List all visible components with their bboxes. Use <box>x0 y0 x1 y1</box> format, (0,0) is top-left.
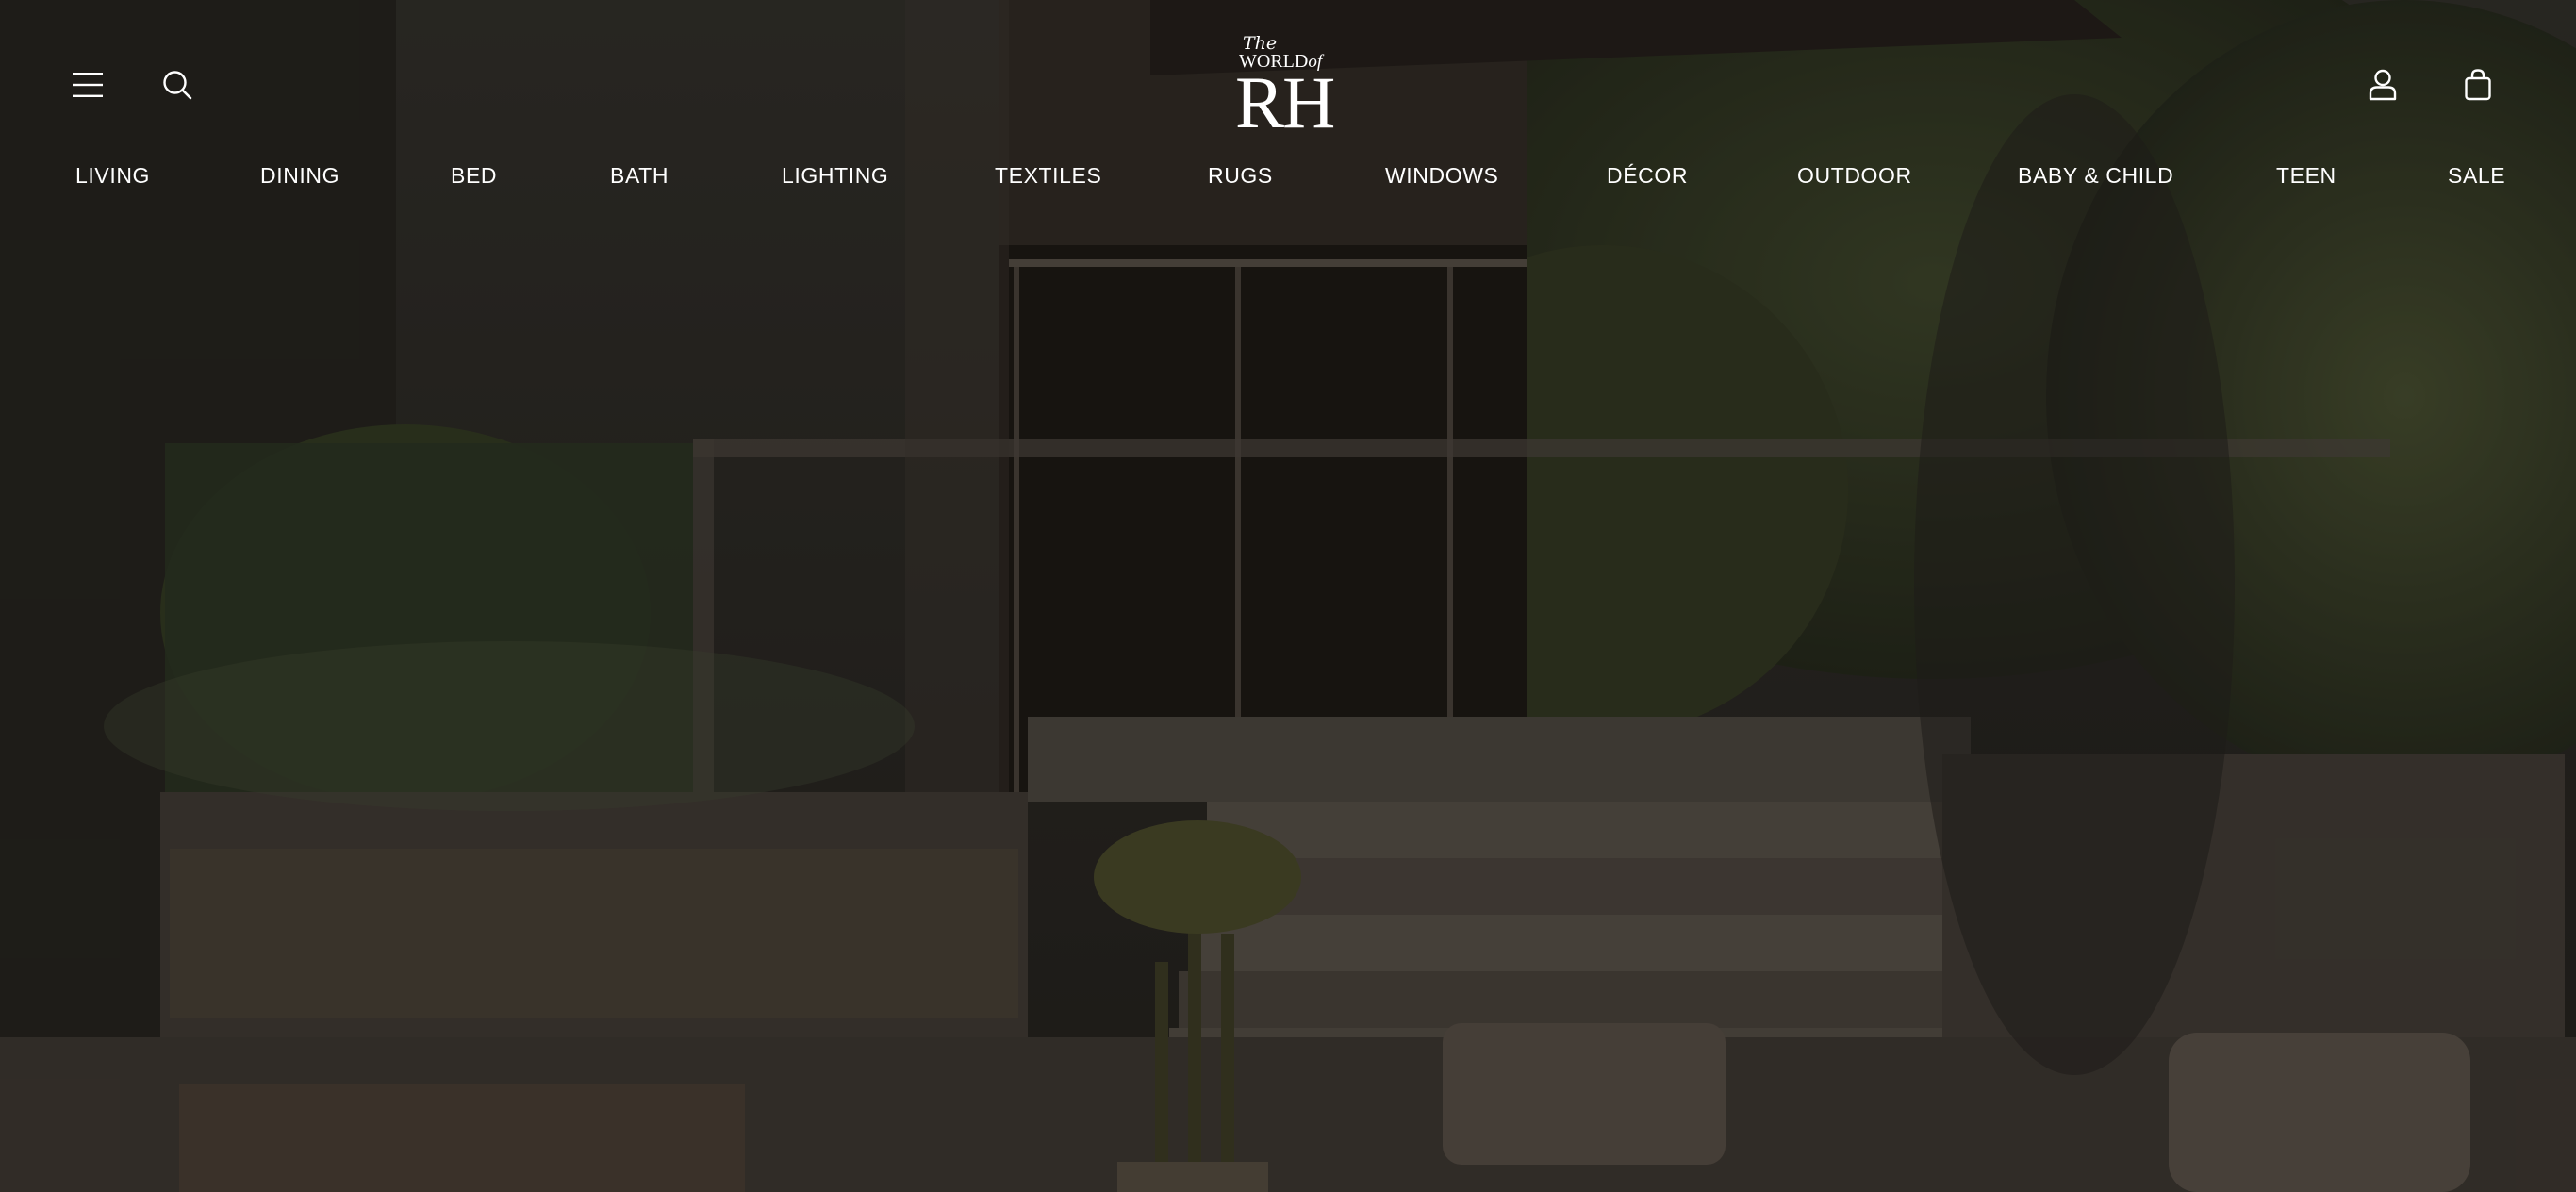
logo-the: The <box>1243 33 1278 54</box>
nav-item-teen[interactable]: TEEN <box>2276 158 2337 192</box>
site-header: The WORLDof RH LIVING DINING BED BATH LI… <box>0 0 2576 226</box>
nav-item-rugs[interactable]: RUGS <box>1208 158 1273 192</box>
shopping-bag-icon <box>2465 69 2491 101</box>
nav-item-textiles[interactable]: TEXTILES <box>995 158 1101 192</box>
nav-item-outdoor[interactable]: OUTDOOR <box>1797 158 1912 192</box>
nav-item-living[interactable]: LIVING <box>75 158 150 192</box>
hamburger-menu-icon <box>73 73 103 97</box>
shopping-bag-button[interactable] <box>2448 55 2508 115</box>
account-icon <box>2369 69 2397 101</box>
nav-item-windows[interactable]: WINDOWS <box>1385 158 1498 192</box>
account-button[interactable] <box>2353 55 2413 115</box>
search-button[interactable] <box>147 55 207 115</box>
rh-logo[interactable]: The WORLDof RH <box>1235 32 1341 143</box>
category-nav: LIVING DINING BED BATH LIGHTING TEXTILES… <box>0 158 2576 192</box>
nav-item-sale[interactable]: SALE <box>2448 158 2505 192</box>
nav-item-baby-child[interactable]: BABY & CHILD <box>2018 158 2173 192</box>
nav-item-lighting[interactable]: LIGHTING <box>782 158 888 192</box>
nav-item-bath[interactable]: BATH <box>610 158 669 192</box>
nav-item-dining[interactable]: DINING <box>260 158 339 192</box>
search-icon <box>163 71 192 100</box>
logo-mark: RH <box>1235 61 1335 143</box>
menu-button[interactable] <box>58 55 119 115</box>
nav-item-bed[interactable]: BED <box>451 158 497 192</box>
nav-item-decor[interactable]: DÉCOR <box>1607 158 1688 192</box>
